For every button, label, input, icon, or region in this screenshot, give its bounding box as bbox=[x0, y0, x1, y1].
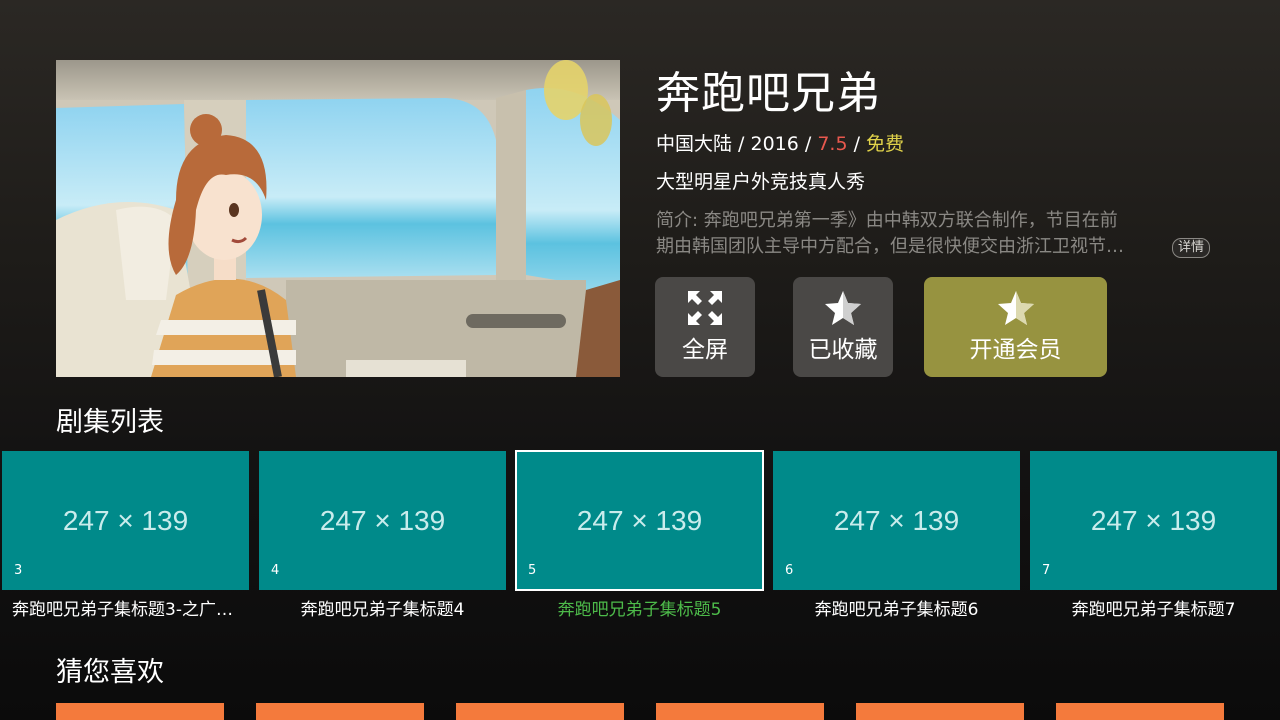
star-icon bbox=[997, 291, 1034, 325]
show-title: 奔跑吧兄弟 bbox=[656, 68, 881, 119]
vip-label: 开通会员 bbox=[969, 337, 1062, 363]
episode-number: 5 bbox=[528, 563, 537, 578]
recommend-card[interactable] bbox=[456, 703, 624, 720]
episode-card[interactable]: 247 × 139 4 bbox=[259, 451, 506, 590]
thumbnail-placeholder: 247 × 139 bbox=[1090, 505, 1217, 536]
recommend-card[interactable] bbox=[256, 703, 424, 720]
episode-card[interactable]: 247 × 139 6 bbox=[773, 451, 1020, 590]
favorite-label: 已收藏 bbox=[808, 337, 878, 363]
meta-separator: / bbox=[847, 133, 867, 155]
show-description: 简介: 奔跑吧兄弟第一季》由中韩双方联合制作，节目在前 期由韩国团队主导中方配合… bbox=[656, 208, 1216, 260]
thumbnail-placeholder: 247 × 139 bbox=[62, 505, 189, 536]
episode-title: 奔跑吧兄弟子集标题7 bbox=[1071, 600, 1236, 620]
show-subtitle: 大型明星户外竞技真人秀 bbox=[656, 171, 866, 193]
show-info: 奔跑吧兄弟 中国大陆 / 2016 / 7.5 / 免费 大型明星户外竞技真人秀… bbox=[656, 62, 1216, 260]
recommend-card[interactable] bbox=[56, 703, 224, 720]
thumbnail-placeholder: 247 × 139 bbox=[319, 505, 446, 536]
description-line: 简介: 奔跑吧兄弟第一季》由中韩双方联合制作，节目在前 bbox=[656, 210, 1118, 231]
episode-title: 奔跑吧兄弟子集标题6 bbox=[814, 600, 979, 620]
show-meta: 中国大陆 / 2016 / 7.5 / 免费 bbox=[656, 128, 1216, 160]
episode-number: 6 bbox=[785, 563, 794, 578]
favorite-button[interactable]: 已收藏 bbox=[793, 277, 893, 377]
detail-button[interactable]: 详情 bbox=[1172, 238, 1211, 258]
episode-number: 3 bbox=[14, 563, 23, 578]
price-text: 免费 bbox=[866, 133, 905, 155]
meta-separator: / bbox=[732, 133, 751, 155]
episode-card[interactable]: 247 × 139 3 bbox=[2, 451, 249, 590]
fullscreen-label: 全屏 bbox=[682, 337, 728, 363]
episodes-section-title: 剧集列表 bbox=[56, 407, 164, 438]
description-line: 期由韩国团队主导中方配合，但是很快便交由浙江卫视节… bbox=[656, 236, 1124, 257]
year-text: 2016 bbox=[750, 133, 799, 155]
episode-number: 4 bbox=[271, 563, 280, 578]
recommend-section-title: 猜您喜欢 bbox=[56, 657, 164, 688]
vip-button[interactable]: 开通会员 bbox=[924, 277, 1107, 377]
show-poster bbox=[56, 60, 620, 377]
recommend-card[interactable] bbox=[656, 703, 824, 720]
meta-separator: / bbox=[798, 133, 818, 155]
region-text: 中国大陆 bbox=[656, 133, 733, 155]
fullscreen-button[interactable]: 全屏 bbox=[655, 277, 755, 377]
recommend-card[interactable] bbox=[856, 703, 1024, 720]
thumbnail-placeholder: 247 × 139 bbox=[833, 505, 960, 536]
thumbnail-placeholder: 247 × 139 bbox=[576, 505, 703, 536]
rating-text: 7.5 bbox=[817, 133, 848, 155]
episode-title: 奔跑吧兄弟子集标题5 bbox=[557, 600, 722, 620]
episode-card-focused[interactable]: 247 × 139 5 bbox=[515, 450, 764, 591]
episode-title: 奔跑吧兄弟子集标题3-之广… bbox=[12, 600, 233, 620]
recommend-card[interactable] bbox=[1056, 703, 1224, 720]
episode-card[interactable]: 247 × 139 7 bbox=[1030, 451, 1277, 590]
fullscreen-arrows-icon bbox=[688, 291, 722, 325]
star-icon bbox=[825, 291, 861, 325]
episode-number: 7 bbox=[1042, 563, 1051, 578]
episode-title: 奔跑吧兄弟子集标题4 bbox=[300, 600, 465, 620]
